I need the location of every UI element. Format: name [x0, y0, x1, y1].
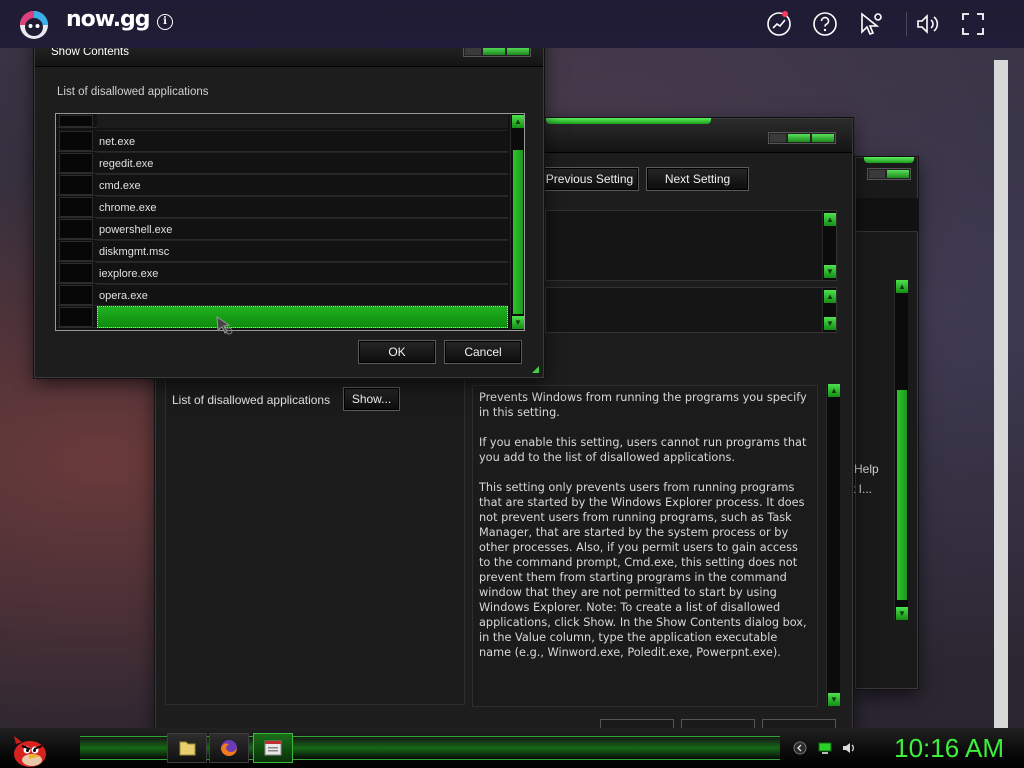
list-item-new-entry[interactable] — [57, 306, 508, 328]
nowgg-logo-icon — [20, 11, 48, 39]
volume-tray-icon[interactable] — [842, 741, 856, 755]
taskbar-policy-editor-button[interactable] — [253, 733, 293, 763]
nowgg-brand: now.gg — [66, 7, 151, 32]
next-setting-button[interactable]: Next Setting — [646, 167, 749, 191]
list-item[interactable]: iexplore.exe — [57, 262, 508, 284]
supported-scrollbar[interactable]: ▲ ▼ — [822, 288, 836, 332]
background-window: Help t I... ▲ ▼ — [852, 157, 918, 689]
scroll-down-icon[interactable]: ▼ — [512, 316, 524, 329]
scroll-up-icon[interactable]: ▲ — [824, 213, 836, 226]
options-pane: List of disallowed applications Show... — [165, 378, 465, 705]
background-window-text-fragment: t I... — [852, 482, 873, 496]
help-text: Prevents Windows from running the progra… — [472, 385, 818, 707]
show-contents-dialog: Show Contents List of disallowed applica… — [34, 32, 544, 378]
fullscreen-icon[interactable] — [959, 10, 987, 38]
window-accent-strip — [546, 118, 711, 124]
network-icon[interactable] — [818, 741, 832, 755]
scroll-down-icon[interactable]: ▼ — [824, 317, 836, 330]
list-item[interactable]: chrome.exe — [57, 196, 508, 218]
scroll-down-icon[interactable]: ▼ — [828, 693, 840, 706]
supported-on-box: ▲ ▼ — [545, 287, 837, 333]
resize-grip-icon[interactable] — [532, 366, 539, 373]
taskbar: 10:16 AM — [0, 728, 1024, 768]
firefox-icon — [221, 740, 237, 756]
list-item[interactable]: powershell.exe — [57, 218, 508, 240]
list-item[interactable]: diskmgmt.msc — [57, 240, 508, 262]
list-scrollbar[interactable]: ▲ ▼ — [510, 114, 524, 330]
policy-editor-icon — [264, 740, 282, 756]
nowgg-top-bar: now.gg i — [0, 0, 1024, 48]
scroll-up-icon[interactable]: ▲ — [896, 280, 908, 293]
list-item-partial[interactable] — [57, 114, 508, 128]
window-controls[interactable] — [867, 168, 911, 180]
tray-chevron-icon[interactable] — [793, 741, 807, 755]
taskbar-explorer-button[interactable] — [167, 733, 207, 763]
list-item[interactable]: net.exe — [57, 130, 508, 152]
angry-bird-start-icon[interactable] — [8, 730, 50, 768]
info-icon[interactable]: i — [157, 14, 173, 30]
list-item[interactable]: opera.exe — [57, 284, 508, 306]
background-window-text-help: Help — [854, 462, 879, 476]
comment-scrollbar[interactable]: ▲ ▼ — [822, 211, 836, 280]
help-icon[interactable] — [811, 10, 839, 38]
window-accent-strip — [864, 157, 914, 163]
scroll-up-icon[interactable]: ▲ — [824, 290, 836, 303]
list-item[interactable]: regedit.exe — [57, 152, 508, 174]
viewport-edge — [994, 60, 1008, 728]
comment-box[interactable]: ▲ ▼ — [545, 210, 837, 281]
ok-button[interactable]: OK — [358, 340, 436, 364]
folder-icon — [179, 741, 196, 756]
top-bar-separator — [906, 12, 907, 36]
window-controls[interactable] — [768, 132, 836, 144]
trending-up-icon[interactable] — [765, 10, 793, 38]
show-button[interactable]: Show... — [343, 387, 400, 411]
help-scrollbar[interactable]: ▲ ▼ — [826, 384, 840, 706]
volume-icon[interactable] — [913, 10, 941, 38]
option-label: List of disallowed applications — [172, 393, 331, 407]
dialog-list-label: List of disallowed applications — [57, 86, 209, 98]
scroll-up-icon[interactable]: ▲ — [828, 384, 840, 397]
scroll-up-icon[interactable]: ▲ — [512, 115, 524, 128]
mouse-cursor-icon — [216, 316, 233, 335]
list-item[interactable]: cmd.exe — [57, 174, 508, 196]
taskbar-clock[interactable]: 10:16 AM — [894, 733, 1004, 763]
cancel-button[interactable]: Cancel — [444, 340, 522, 364]
cursor-settings-icon[interactable] — [857, 10, 885, 38]
scroll-down-icon[interactable]: ▼ — [896, 607, 908, 620]
background-window-header — [856, 198, 918, 232]
scroll-down-icon[interactable]: ▼ — [824, 265, 836, 278]
background-window-scrollbar[interactable]: ▲ ▼ — [894, 280, 908, 620]
taskbar-firefox-button[interactable] — [209, 733, 249, 763]
disallowed-apps-list[interactable]: net.exe regedit.exe cmd.exe chrome.exe p… — [55, 113, 525, 331]
previous-setting-button[interactable]: Previous Setting — [540, 167, 639, 191]
